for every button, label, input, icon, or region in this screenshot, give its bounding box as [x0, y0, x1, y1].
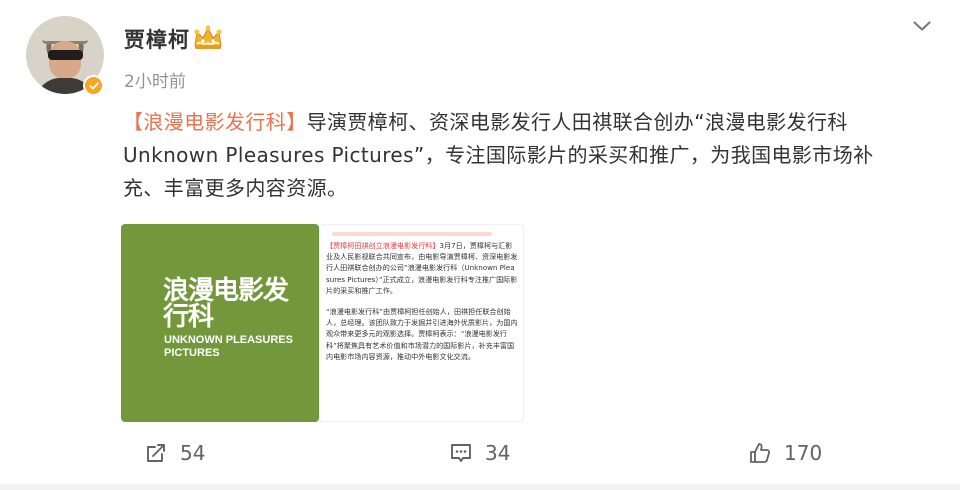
image-logo-chinese: 浪漫电影发行科 — [163, 276, 289, 332]
post-text: 【浪漫电影发行科】导演贾樟柯、资深电影发行人田祺联合创办“浪漫电影发行科 Unk… — [123, 106, 923, 205]
post-text-line-3: 充、丰富更多内容资源。 — [123, 176, 348, 200]
like-count: 170 — [784, 441, 823, 465]
avatar[interactable] — [26, 16, 106, 96]
action-bar: 54 34 170 — [0, 432, 960, 474]
image-logo-english: UNKNOWN PLEASURES PICTURES — [164, 334, 293, 359]
share-icon — [147, 444, 165, 462]
post-text-line-1: 导演贾樟柯、资深电影发行人田祺联合创办“浪漫电影发行科 — [306, 110, 848, 134]
weibo-post-card: 贾樟柯 2小时前 【浪漫电影发行科】导演贾樟柯、资深电影发行人田祺联合创办“浪漫… — [0, 0, 960, 490]
like-button[interactable]: 170 — [748, 432, 822, 474]
image-highlight-text: 【贾樟柯田祺创立浪漫电影发行科】 — [326, 241, 440, 250]
image-paragraph-1: 【贾樟柯田祺创立浪漫电影发行科】3月7日，贾樟柯与汇影业及人民影视联合共同宣布，… — [326, 240, 518, 296]
verified-badge-icon — [83, 75, 104, 96]
topic-link[interactable]: 【浪漫电影发行科】 — [123, 110, 307, 134]
chevron-down-icon[interactable] — [910, 14, 934, 38]
post-time[interactable]: 2小时前 — [124, 67, 186, 92]
user-name[interactable]: 贾樟柯 — [124, 24, 190, 54]
comment-count: 34 — [485, 441, 511, 465]
post-text-line-2: Unknown Pleasures Pictures”，专注国际影片的采买和推广… — [123, 143, 874, 167]
post-image-screenshot[interactable]: 【贾樟柯田祺创立浪漫电影发行科】3月7日，贾樟柯与汇影业及人民影视联合共同宣布，… — [319, 224, 524, 422]
bottom-divider — [0, 484, 960, 490]
crown-icon — [194, 25, 222, 49]
comment-icon — [451, 444, 471, 462]
post-image-logo[interactable]: 浪漫电影发行科 UNKNOWN PLEASURES PICTURES — [121, 224, 319, 422]
image-paragraph-2: “浪漫电影发行科”由贾樟柯担任创始人，田祺担任联合创始人，总经理。该团队致力于发… — [326, 307, 518, 361]
comment-button[interactable]: 34 — [449, 432, 510, 474]
forward-button[interactable]: 54 — [144, 432, 205, 474]
image-header-bar — [332, 232, 492, 236]
thumbs-up-icon — [750, 443, 771, 463]
forward-count: 54 — [180, 441, 206, 465]
